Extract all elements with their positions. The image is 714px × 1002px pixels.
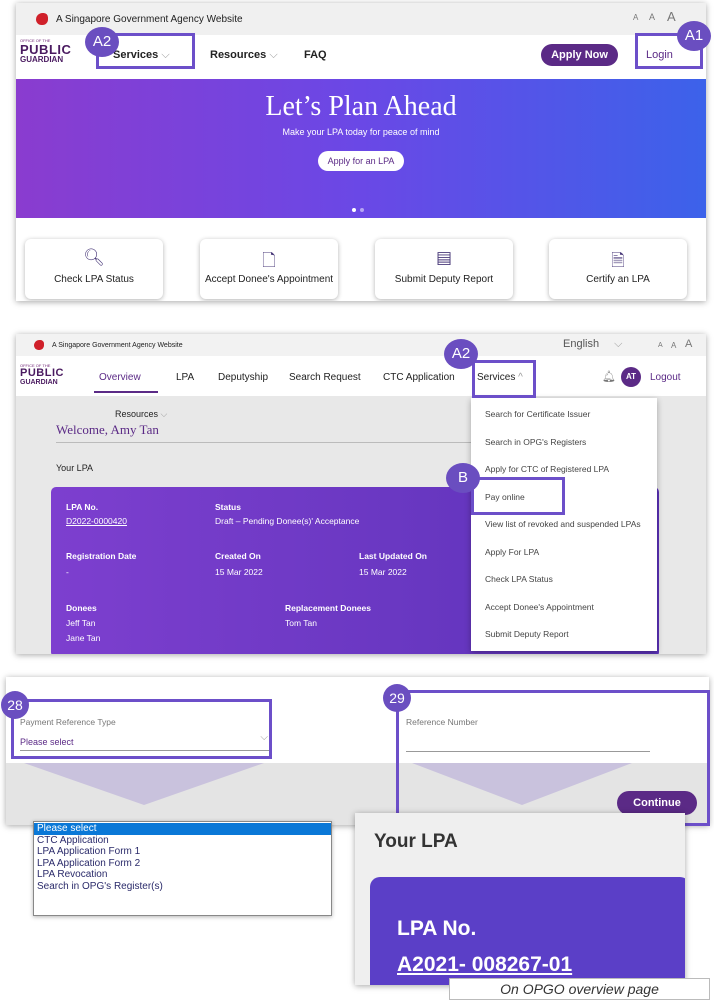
menu-item-accept-donee[interactable]: Accept Donee's Appointment [471, 594, 657, 622]
option-lpa-revocation[interactable]: LPA Revocation [34, 869, 331, 881]
option-search-registers[interactable]: Search in OPG's Register(s) [34, 881, 331, 893]
card-certify-lpa[interactable]: 🗎 Certify an LPA [549, 239, 687, 299]
replacement-donees-label: Replacement Donees [285, 603, 371, 613]
lpa-no-label: LPA No. [397, 917, 477, 940]
apply-lpa-button[interactable]: Apply for an LPA [317, 151, 405, 171]
avatar[interactable]: AT [621, 367, 641, 387]
caption: On OPGO overview page [449, 978, 710, 1000]
highlight-pay-online [471, 477, 565, 515]
gov-banner: A Singapore Government Agency Website A … [16, 3, 706, 35]
nav-overview[interactable]: Overview [99, 372, 141, 383]
menu-item-apply-lpa[interactable]: Apply For LPA [471, 539, 657, 567]
certify-doc-icon: 🗎 [611, 251, 625, 270]
nav-faq[interactable]: FAQ [304, 49, 327, 61]
last-updated-label: Last Updated On [359, 551, 428, 561]
created-on-value: 15 Mar 2022 [215, 567, 263, 577]
status-value: Draft – Pending Donee(s)' Acceptance [215, 516, 360, 526]
nav-deputyship[interactable]: Deputyship [218, 372, 268, 383]
nav-search-request[interactable]: Search Request [289, 372, 361, 383]
zoomed-your-lpa: Your LPA LPA No. A2021- 008267-01 [355, 813, 685, 985]
carousel-dot-active[interactable] [352, 208, 356, 212]
font-size-large[interactable]: A [685, 338, 692, 350]
highlight-services [472, 360, 536, 398]
bell-icon[interactable]: 🔔︎ [602, 370, 616, 383]
font-size-large[interactable]: A [667, 9, 676, 24]
badge-29: 29 [383, 684, 411, 712]
menu-item-search-registers[interactable]: Search in OPG's Registers [471, 429, 657, 457]
highlight-reference-number [396, 690, 710, 826]
badge-b: B [446, 463, 480, 493]
menu-item-search-certificate-issuer[interactable]: Search for Certificate Issuer [471, 401, 657, 429]
card-accept-donee[interactable]: 🗋 Accept Donee's Appointment [200, 239, 338, 299]
card-check-lpa-status[interactable]: 🔍︎ Check LPA Status [25, 239, 163, 299]
registration-date-value: - [66, 567, 69, 577]
option-ctc-application[interactable]: CTC Application [34, 835, 331, 847]
search-icon: 🔍︎ [83, 248, 105, 267]
nav-ctc-application[interactable]: CTC Application [383, 372, 455, 383]
lpa-no-label: LPA No. [66, 502, 99, 512]
hero-subtitle: Make your LPA today for peace of mind [282, 127, 440, 137]
registration-date-label: Registration Date [66, 551, 137, 561]
chevron-down-icon: ⌵ [160, 409, 168, 419]
payment-ref-type-options: Please select CTC Application LPA Applic… [33, 821, 332, 916]
font-size-medium[interactable]: A [649, 12, 655, 22]
last-updated-value: 15 Mar 2022 [359, 567, 407, 577]
active-tab-underline [94, 391, 158, 393]
option-lpa-form-2[interactable]: LPA Application Form 2 [34, 858, 331, 870]
dashboard-panel: A Singapore Government Agency Website En… [16, 334, 706, 654]
gov-banner-text: A Singapore Government Agency Website [56, 13, 243, 25]
services-dropdown-menu: Search for Certificate Issuer Search in … [471, 398, 657, 651]
lpa-summary-card[interactable]: LPA No. A2021- 008267-01 [370, 877, 685, 985]
opg-logo[interactable]: OFFICE OF THE PUBLIC GUARDIAN [20, 364, 64, 387]
lpa-no-link[interactable]: D2022-0000420 [66, 516, 127, 526]
created-on-label: Created On [215, 551, 261, 561]
callout-arrow [24, 763, 264, 805]
highlight-payment-ref-type [11, 699, 272, 759]
donee-name: Jane Tan [66, 633, 101, 643]
language-select[interactable]: English ⌵ [563, 338, 622, 351]
chevron-down-icon: ⌵ [614, 338, 623, 350]
logout-link[interactable]: Logout [650, 372, 681, 383]
badge-a2: A2 [444, 339, 478, 369]
menu-item-check-lpa-status[interactable]: Check LPA Status [471, 566, 657, 594]
font-size-medium[interactable]: A [671, 341, 676, 350]
replacement-donee-name: Tom Tan [285, 618, 317, 628]
carousel-dot[interactable] [360, 208, 364, 212]
donee-name: Jeff Tan [66, 618, 96, 628]
opg-logo[interactable]: OFFICE OF THE PUBLIC GUARDIAN [20, 39, 71, 64]
option-please-select[interactable]: Please select [34, 823, 331, 835]
apply-now-button[interactable]: Apply Now [541, 44, 618, 66]
lion-head-icon [36, 13, 48, 25]
chevron-down-icon: ⌵ [269, 49, 278, 61]
lpa-no-link[interactable]: A2021- 008267-01 [397, 953, 572, 977]
lion-head-icon [34, 340, 44, 350]
font-size-small[interactable]: A [658, 342, 663, 349]
font-size-small[interactable]: A [633, 13, 638, 22]
hero-title: Let’s Plan Ahead [265, 91, 457, 122]
your-lpa-heading: Your LPA [374, 831, 458, 852]
nav-resources[interactable]: Resources ⌵ [210, 49, 278, 62]
welcome-heading: Welcome, Amy Tan [56, 422, 159, 437]
status-label: Status [215, 502, 241, 512]
hero-banner: Let’s Plan Ahead Make your LPA today for… [16, 79, 706, 218]
report-icon: ▤ [435, 248, 453, 267]
card-submit-deputy-report[interactable]: ▤ Submit Deputy Report [375, 239, 513, 299]
badge-28: 28 [1, 691, 29, 719]
option-lpa-form-1[interactable]: LPA Application Form 1 [34, 846, 331, 858]
menu-item-revoked-lpas[interactable]: View list of revoked and suspended LPAs [471, 511, 657, 539]
badge-a2: A2 [85, 27, 119, 57]
your-lpa-heading: Your LPA [56, 463, 94, 473]
nav-lpa[interactable]: LPA [176, 372, 194, 383]
resources-dropdown[interactable]: Resources ⌵ [115, 409, 167, 420]
menu-item-submit-deputy-report[interactable]: Submit Deputy Report [471, 621, 657, 649]
badge-a1: A1 [677, 21, 711, 51]
donees-label: Donees [66, 603, 97, 613]
document-icon: 🗋 [262, 251, 276, 270]
